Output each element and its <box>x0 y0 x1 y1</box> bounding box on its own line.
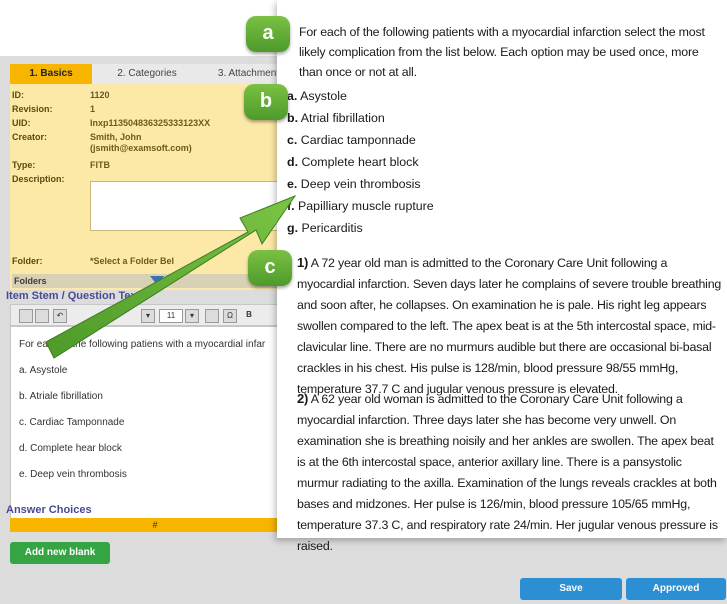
pointer-arrow-icon <box>45 194 297 359</box>
badge-c: c <box>248 250 292 286</box>
badge-b: b <box>244 84 288 120</box>
badge-a: a <box>246 16 290 52</box>
